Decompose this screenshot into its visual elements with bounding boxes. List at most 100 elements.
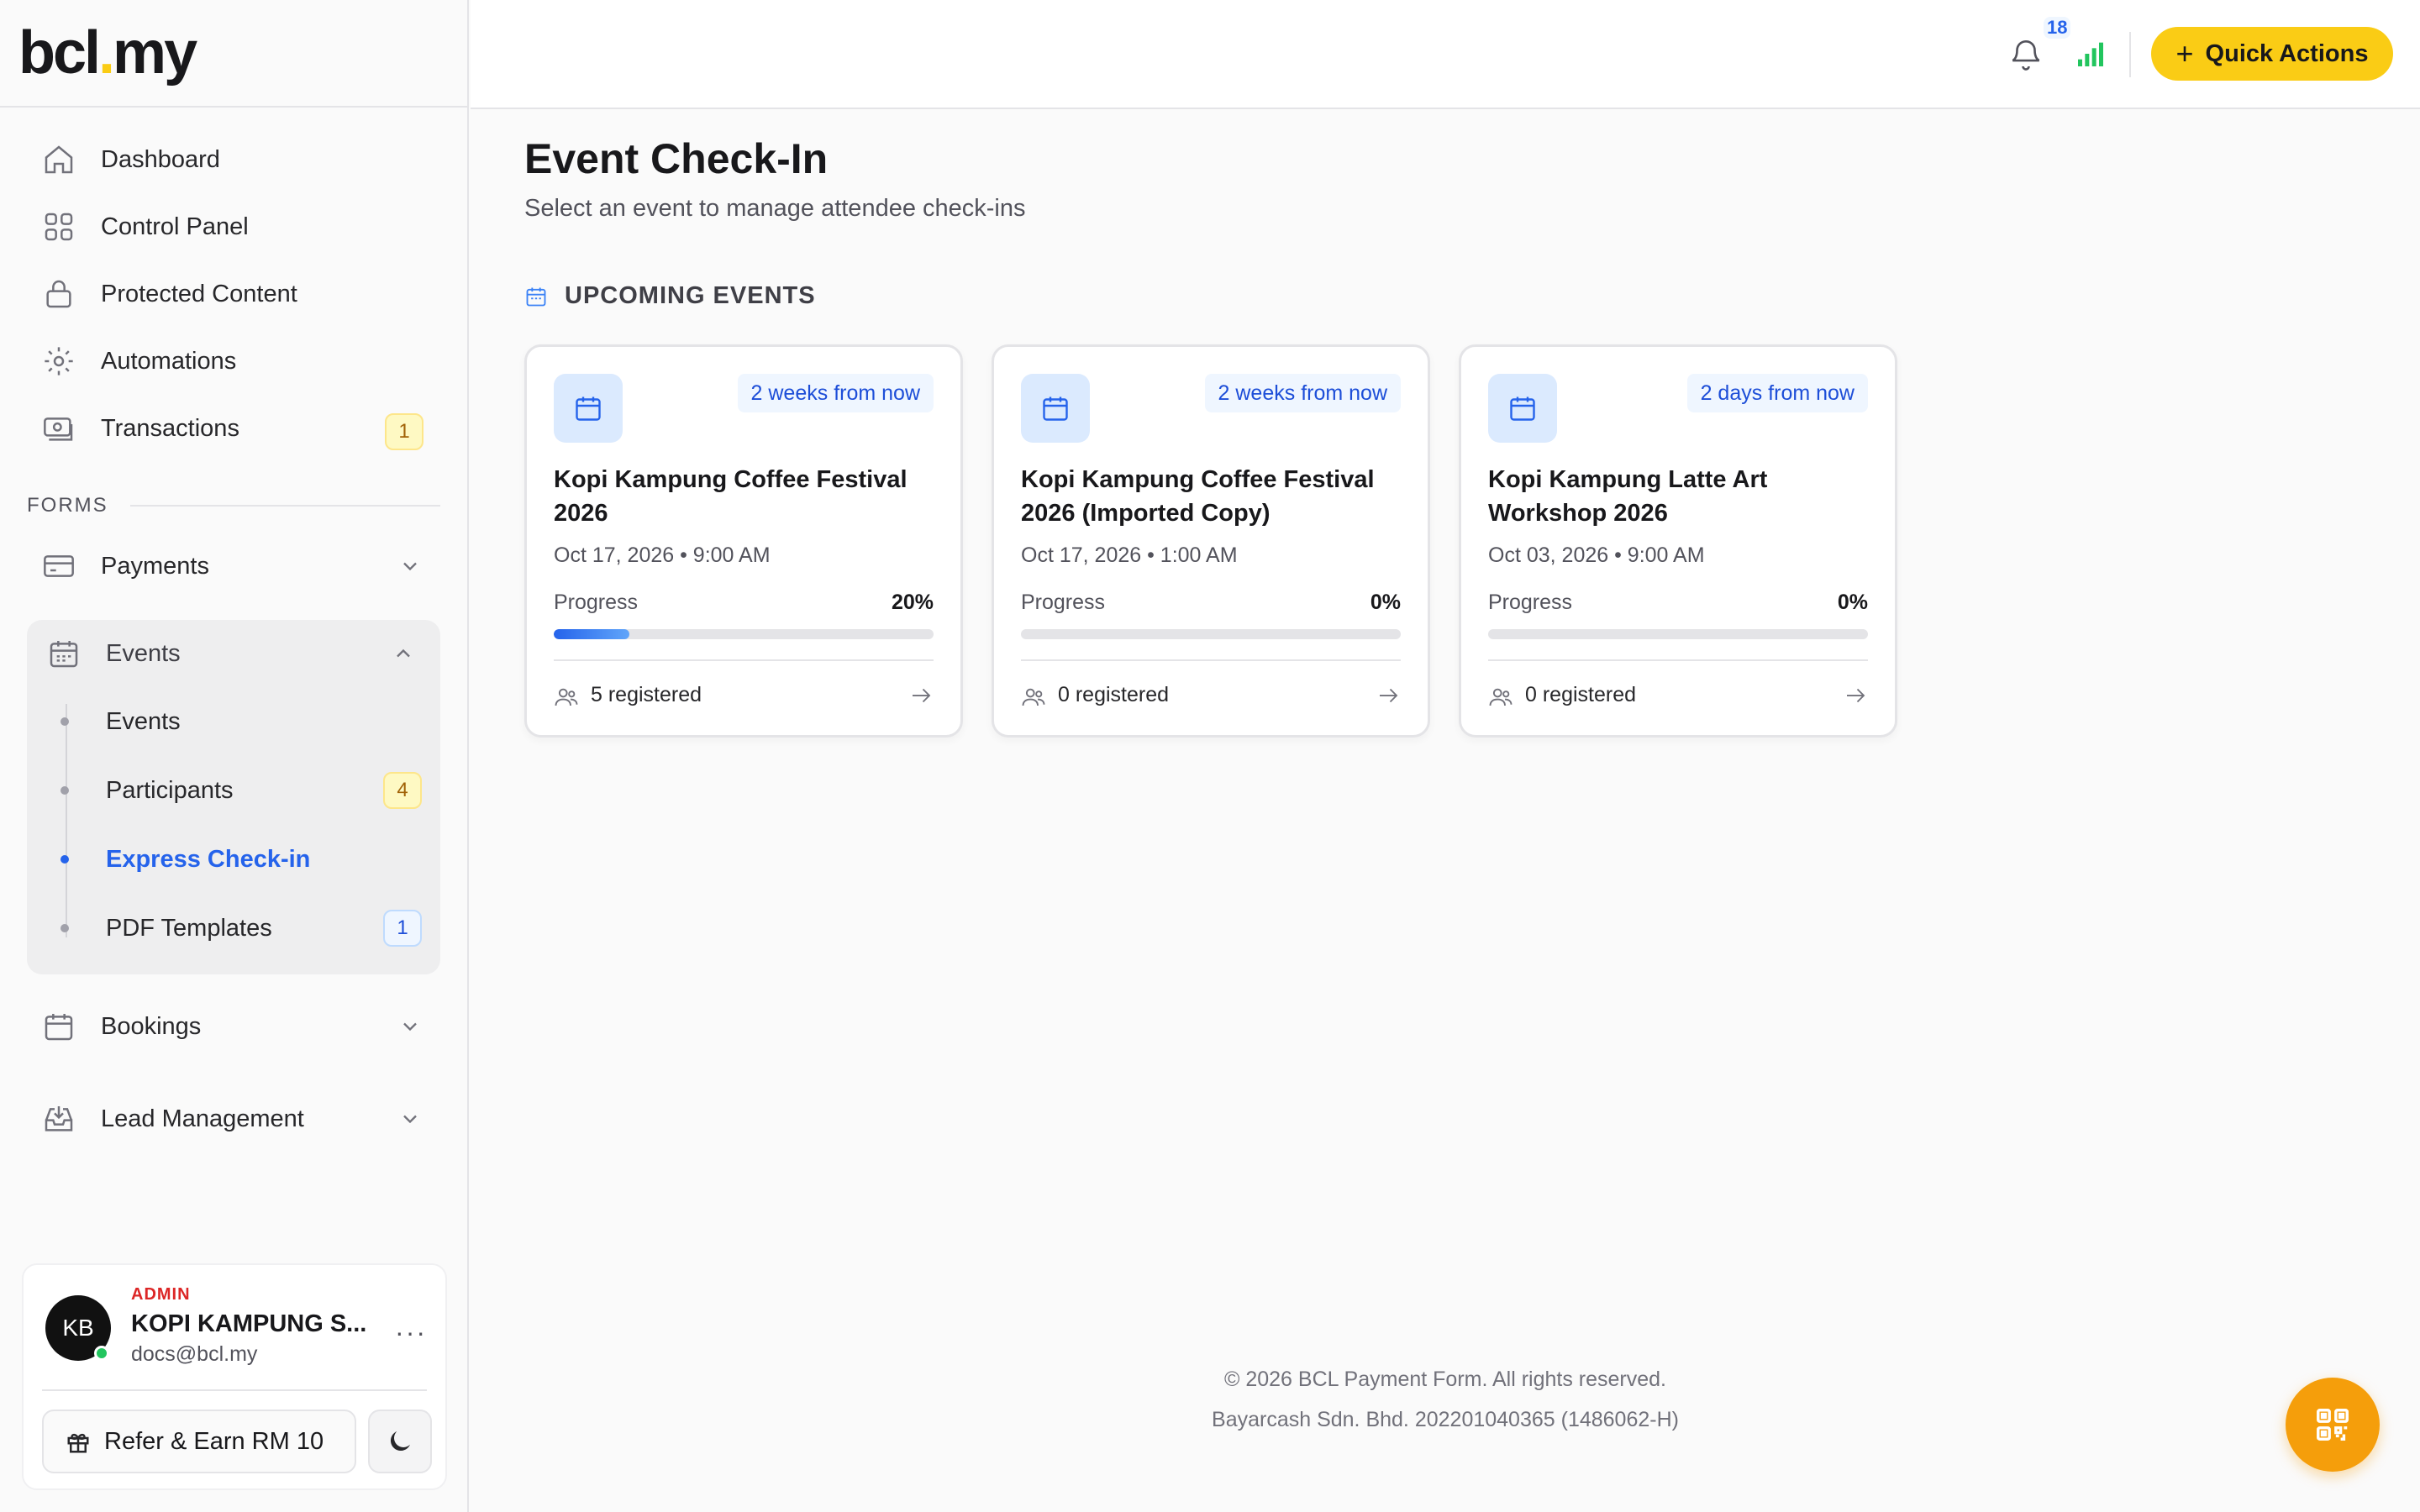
sidebar-item-bookings[interactable]: Bookings <box>27 993 440 1060</box>
user-email: docs@bcl.my <box>131 1342 258 1366</box>
submenu-label: Express Check-in <box>106 845 311 873</box>
submenu-label: Events <box>106 707 181 735</box>
sidebar-item-control-panel[interactable]: Control Panel <box>27 193 440 260</box>
event-cards: 2 weeks from now Kopi Kampung Coffee Fes… <box>524 344 1897 738</box>
card-divider <box>1488 659 1868 661</box>
sidebar-item-label: Transactions <box>101 414 239 442</box>
logo-dot: . <box>98 19 115 87</box>
progress-label: Progress <box>1021 591 1106 614</box>
event-card[interactable]: 2 weeks from now Kopi Kampung Coffee Fes… <box>524 344 963 738</box>
notification-count: 18 <box>2044 17 2071 39</box>
sidebar-item-lead-management[interactable]: Lead Management <box>27 1085 440 1152</box>
main-content: Event Check-In Select an event to manage… <box>524 134 1897 738</box>
card-divider <box>1021 659 1401 661</box>
sidebar: bcl.my Dashboard Control Panel Protected… <box>0 0 469 1512</box>
submenu-item-events[interactable]: Events <box>60 687 440 756</box>
event-name: Kopi Kampung Coffee Festival 2026 <box>554 466 908 527</box>
progress-track <box>554 629 934 639</box>
bullet-dot <box>60 717 69 726</box>
sidebar-item-label: Bookings <box>101 1012 202 1040</box>
sidebar-item-events-group[interactable]: Events <box>27 620 440 687</box>
bullet-dot <box>60 924 69 932</box>
event-icon-tile <box>1021 374 1090 443</box>
grid-icon <box>45 213 73 241</box>
more-options-icon[interactable]: ··· <box>395 1317 427 1348</box>
calendar-icon <box>576 396 601 421</box>
gift-icon <box>67 1433 89 1453</box>
events-group: Events Events Participants 4 Express Che… <box>27 620 440 974</box>
page-title: Event Check-In <box>524 135 829 182</box>
logo-text-left: bcl <box>18 19 101 87</box>
quick-actions-button[interactable]: + Quick Actions <box>2151 27 2393 81</box>
event-icon-tile <box>1488 374 1557 443</box>
online-status-dot <box>94 1346 109 1361</box>
sidebar-item-dashboard[interactable]: Dashboard <box>27 126 440 193</box>
card-icon <box>44 555 74 577</box>
chevron-up-icon <box>397 648 410 658</box>
event-card[interactable]: 2 days from now Kopi Kampung Latte Art W… <box>1459 344 1897 738</box>
sidebar-item-label: Lead Management <box>101 1105 304 1132</box>
page-subtitle: Select an event to manage attendee check… <box>524 195 1026 222</box>
upcoming-events-header: UPCOMING EVENTS <box>524 282 816 310</box>
relative-time-badge: 2 weeks from now <box>737 374 934 412</box>
event-date: Oct 17, 2026 • 1:00 AM <box>1021 543 1238 567</box>
progress-fill <box>554 629 630 639</box>
bell-icon[interactable] <box>2008 37 2044 72</box>
moon-icon <box>390 1431 410 1452</box>
forms-label-text: FORMS <box>27 494 108 517</box>
sidebar-item-label: Protected Content <box>101 280 297 307</box>
qr-scan-button[interactable] <box>2286 1378 2380 1472</box>
calendar-icon <box>45 1014 73 1041</box>
quick-actions-label: Quick Actions <box>2205 39 2369 67</box>
calendar-icon <box>1043 396 1068 421</box>
progress-label: Progress <box>1488 591 1573 614</box>
users-icon <box>555 688 578 706</box>
transactions-badge: 1 <box>385 413 424 450</box>
pdf-templates-badge: 1 <box>383 910 422 947</box>
logo[interactable]: bcl.my <box>18 18 197 87</box>
submenu-label: Participants <box>106 776 234 804</box>
chevron-down-icon <box>403 562 417 571</box>
user-card: KB ADMIN KOPI KAMPUNG S... docs@bcl.my ·… <box>22 1263 447 1490</box>
inbox-download-icon <box>45 1106 73 1131</box>
section-divider <box>129 505 440 507</box>
logo-area: bcl.my <box>0 0 467 108</box>
sidebar-item-label: Payments <box>101 552 209 580</box>
forms-section-label: FORMS <box>27 494 440 517</box>
calendar-icon <box>526 287 546 306</box>
submenu-item-express-check-in[interactable]: Express Check-in <box>60 825 440 894</box>
card-divider <box>554 659 934 661</box>
submenu-label: PDF Templates <box>106 914 272 942</box>
sidebar-item-automations[interactable]: Automations <box>27 328 440 395</box>
submenu-item-pdf-templates[interactable]: PDF Templates 1 <box>60 894 440 963</box>
arrow-right-icon[interactable] <box>1843 683 1868 708</box>
submenu-line <box>66 704 67 937</box>
sidebar-item-payments[interactable]: Payments <box>27 533 440 600</box>
chevron-down-icon <box>403 1022 417 1032</box>
cash-icon <box>44 417 73 441</box>
sidebar-item-protected-content[interactable]: Protected Content <box>27 260 440 328</box>
section-title: UPCOMING EVENTS <box>565 282 816 309</box>
submenu-item-participants[interactable]: Participants 4 <box>60 756 440 825</box>
lock-icon <box>46 280 71 308</box>
arrow-right-icon[interactable] <box>1376 683 1401 708</box>
topbar-divider <box>2129 32 2131 77</box>
sidebar-nav: Dashboard Control Panel Protected Conten… <box>0 108 467 1152</box>
calendar-icon <box>50 641 78 668</box>
progress-track <box>1021 629 1401 639</box>
bullet-dot <box>60 855 69 864</box>
dark-mode-toggle[interactable] <box>368 1410 432 1473</box>
sidebar-item-transactions[interactable]: Transactions 1 <box>27 395 440 462</box>
sidebar-item-label: Dashboard <box>101 145 220 173</box>
arrow-right-icon[interactable] <box>908 683 934 708</box>
registered-count: 0 registered <box>1058 683 1170 706</box>
bullet-dot <box>60 786 69 795</box>
signal-icon <box>2078 42 2103 66</box>
progress-label: Progress <box>554 591 639 614</box>
progress-value: 20% <box>891 591 934 614</box>
progress-track <box>1488 629 1868 639</box>
event-card[interactable]: 2 weeks from now Kopi Kampung Coffee Fes… <box>992 344 1430 738</box>
progress-value: 0% <box>1370 591 1401 614</box>
home-icon <box>45 145 73 174</box>
refer-earn-button[interactable]: Refer & Earn RM 10 <box>42 1410 356 1473</box>
